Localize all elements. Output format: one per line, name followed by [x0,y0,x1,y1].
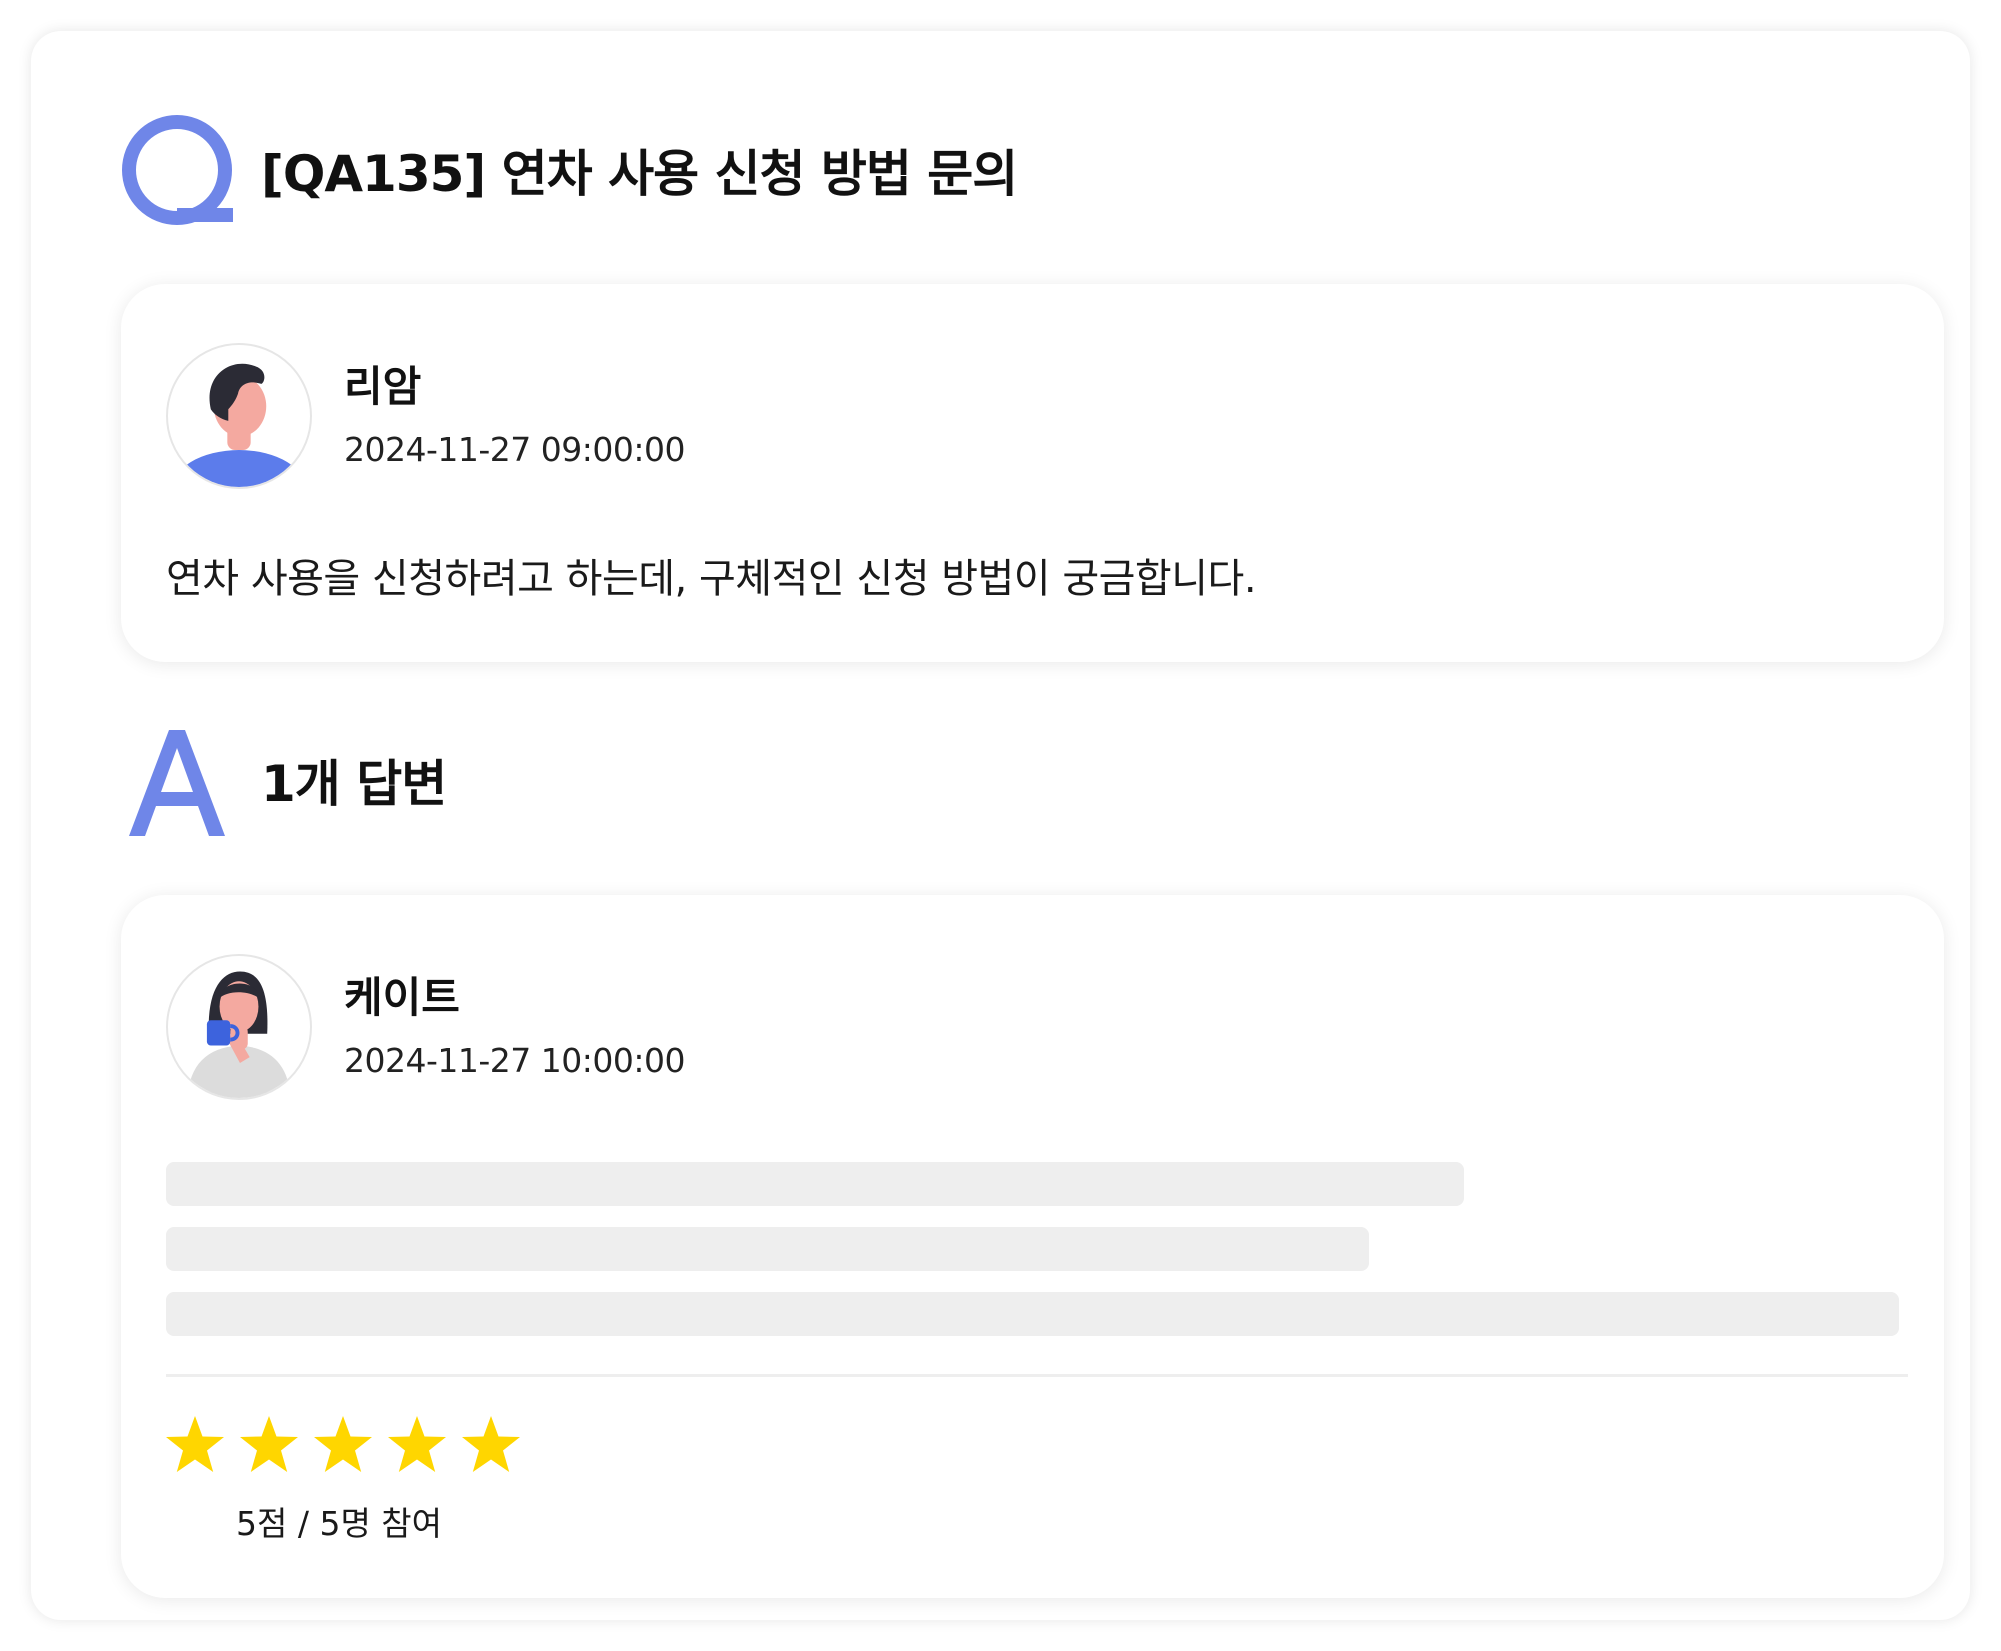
rating-summary: 5점 / 5명 참여 [236,1504,443,1543]
answer-divider [166,1374,1908,1377]
q-letter-icon [122,115,233,225]
star-icon[interactable] [459,1414,523,1478]
rating-stars[interactable] [163,1414,533,1478]
question-date: 2024-11-27 09:00:00 [344,429,685,469]
a-letter-icon [129,730,225,836]
answer-body-skeleton-line [166,1292,1899,1336]
answer-author-name: 케이트 [344,973,460,1023]
answer-author-profile: 케이트 2024-11-27 10:00:00 [166,954,685,1100]
star-icon[interactable] [311,1414,375,1478]
answer-body-skeleton-line [166,1227,1369,1271]
qa-card: [QA135] 연차 사용 신청 방법 문의 리암 2024-11-27 09:… [31,31,1970,1620]
male-user-avatar-icon [166,343,312,489]
question-author-profile: 리암 2024-11-27 09:00:00 [166,343,685,489]
question-title: [QA135] 연차 사용 신청 방법 문의 [261,145,1018,203]
question-card: 리암 2024-11-27 09:00:00 연차 사용을 신청하려고 하는데,… [121,284,1944,662]
female-user-avatar-icon [166,954,312,1100]
answer-card: 케이트 2024-11-27 10:00:00 5점 / 5명 참여 [121,895,1944,1598]
star-icon[interactable] [237,1414,301,1478]
answer-body-skeleton-line [166,1162,1464,1206]
question-body: 연차 사용을 신청하려고 하는데, 구체적인 신청 방법이 궁금합니다. [166,556,1257,602]
star-icon[interactable] [163,1414,227,1478]
star-icon[interactable] [385,1414,449,1478]
answers-header: 1개 답변 [121,724,447,836]
answer-date: 2024-11-27 10:00:00 [344,1040,685,1080]
answers-count-title: 1개 답변 [261,755,447,813]
question-author-name: 리암 [344,362,422,412]
question-header: [QA135] 연차 사용 신청 방법 문의 [121,114,1018,226]
